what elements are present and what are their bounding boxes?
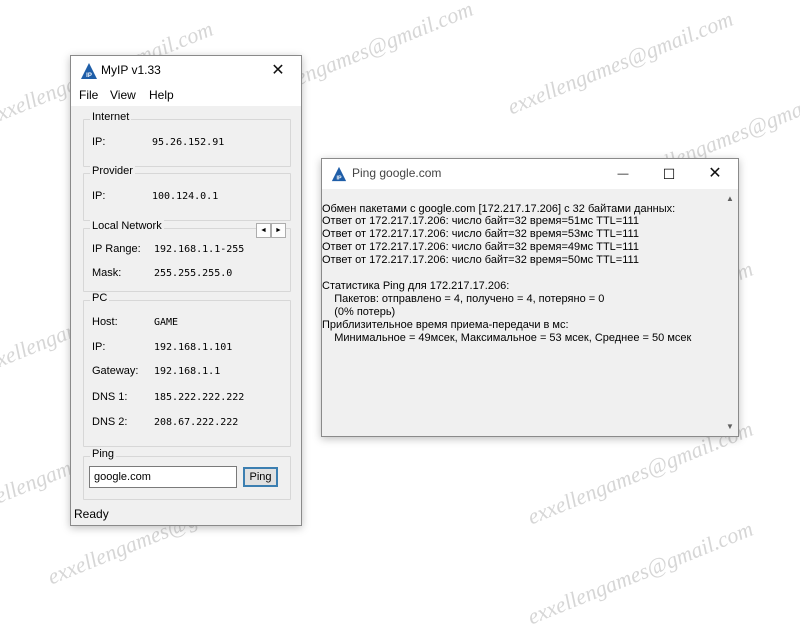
ip-range-value: 192.168.1.1-255 [154, 244, 245, 255]
menu-bar: File View Help [71, 86, 301, 106]
dns1-label: DNS 1: [92, 391, 128, 403]
menu-help[interactable]: Help [149, 88, 174, 102]
ping-output-line: Ответ от 172.217.17.206: число байт=32 в… [322, 241, 639, 253]
prev-network-button[interactable]: ◄ [256, 223, 271, 238]
host-label: Host: [92, 316, 118, 328]
menu-file[interactable]: File [79, 88, 98, 102]
local-network-group: Local Network ◄ ► IP Range: 192.168.1.1-… [83, 220, 291, 292]
gateway-label: Gateway: [92, 365, 139, 377]
ping-output-line: Минимальное = 49мсек, Максимальное = 53 … [322, 332, 692, 344]
app-logo-text: IP [86, 73, 92, 79]
internet-group: Internet IP: 95.26.152.91 [83, 111, 291, 167]
ping-group-title: Ping [90, 448, 117, 460]
gateway-value: 192.168.1.1 [154, 366, 221, 377]
ping-output-area[interactable]: Обмен пакетами с google.com [172.217.17.… [322, 190, 722, 435]
dns1-value: 185.222.222.222 [154, 392, 245, 403]
ping-output-line: Ответ от 172.217.17.206: число байт=32 в… [322, 215, 639, 227]
app-logo-text: IP [336, 175, 341, 181]
app-logo-icon: IP [81, 63, 97, 79]
ping-output-line: Приблизительное время приема-передачи в … [322, 319, 569, 331]
provider-group: Provider IP: 100.124.0.1 [83, 165, 291, 221]
dns2-value: 208.67.222.222 [154, 417, 239, 428]
ping-button[interactable]: Ping [243, 467, 278, 487]
scroll-up-arrow-icon[interactable]: ▲ [726, 194, 734, 203]
internet-ip-label: IP: [92, 136, 106, 148]
ping-group: Ping Ping [83, 448, 291, 500]
pc-group-title: PC [90, 292, 110, 304]
pc-ip-label: IP: [92, 341, 106, 353]
mask-label: Mask: [92, 267, 122, 279]
status-text: Ready [74, 507, 109, 521]
ping-output-line: Ответ от 172.217.17.206: число байт=32 в… [322, 254, 639, 266]
pc-group: PC Host: GAME IP: 192.168.1.101 Gateway:… [83, 292, 291, 447]
ping-output-line: Обмен пакетами с google.com [172.217.17.… [322, 203, 676, 215]
provider-ip-value: 100.124.0.1 [152, 191, 219, 202]
watermark-text: exxellengames@gmail.com [523, 515, 757, 630]
maximize-button[interactable]: ☐ [646, 159, 692, 189]
ping-output-line: Статистика Ping для 172.217.17.206: [322, 280, 510, 292]
provider-ip-label: IP: [92, 190, 106, 202]
local-network-group-title: Local Network [90, 220, 164, 232]
ping-window: IP Ping google.com — ☐ ✕ Обмен пакетами … [321, 158, 739, 437]
ip-range-label: IP Range: [92, 243, 141, 255]
internet-ip-value: 95.26.152.91 [152, 137, 225, 148]
dns2-label: DNS 2: [92, 416, 128, 428]
close-button[interactable]: ✕ [692, 159, 738, 189]
window-title: MyIP v1.33 [101, 63, 161, 77]
internet-group-title: Internet [90, 111, 132, 123]
minimize-button[interactable]: — [600, 159, 646, 189]
close-button[interactable]: ✕ [255, 56, 301, 86]
mask-value: 255.255.255.0 [154, 268, 233, 279]
ping-window-title: Ping google.com [352, 166, 442, 180]
myip-window: IP MyIP v1.33 ✕ File View Help Internet … [70, 55, 302, 526]
ping-output-line: Ответ от 172.217.17.206: число байт=32 в… [322, 228, 639, 240]
menu-view[interactable]: View [110, 88, 136, 102]
ping-host-input[interactable] [89, 466, 237, 488]
ping-titlebar[interactable]: IP Ping google.com — ☐ ✕ [322, 159, 738, 189]
app-logo-icon: IP [331, 166, 347, 181]
pc-ip-value: 192.168.1.101 [154, 342, 233, 353]
myip-titlebar[interactable]: IP MyIP v1.33 ✕ [71, 56, 301, 86]
vertical-scrollbar[interactable]: ▲ ▼ [722, 190, 738, 435]
watermark-text: exxellengames@gmail.com [503, 5, 737, 120]
scroll-down-arrow-icon[interactable]: ▼ [726, 422, 734, 431]
ping-output-line: (0% потерь) [322, 306, 396, 318]
provider-group-title: Provider [90, 165, 135, 177]
host-value: GAME [154, 317, 179, 328]
ping-output-line: Пакетов: отправлено = 4, получено = 4, п… [322, 293, 605, 305]
next-network-button[interactable]: ► [271, 223, 286, 238]
